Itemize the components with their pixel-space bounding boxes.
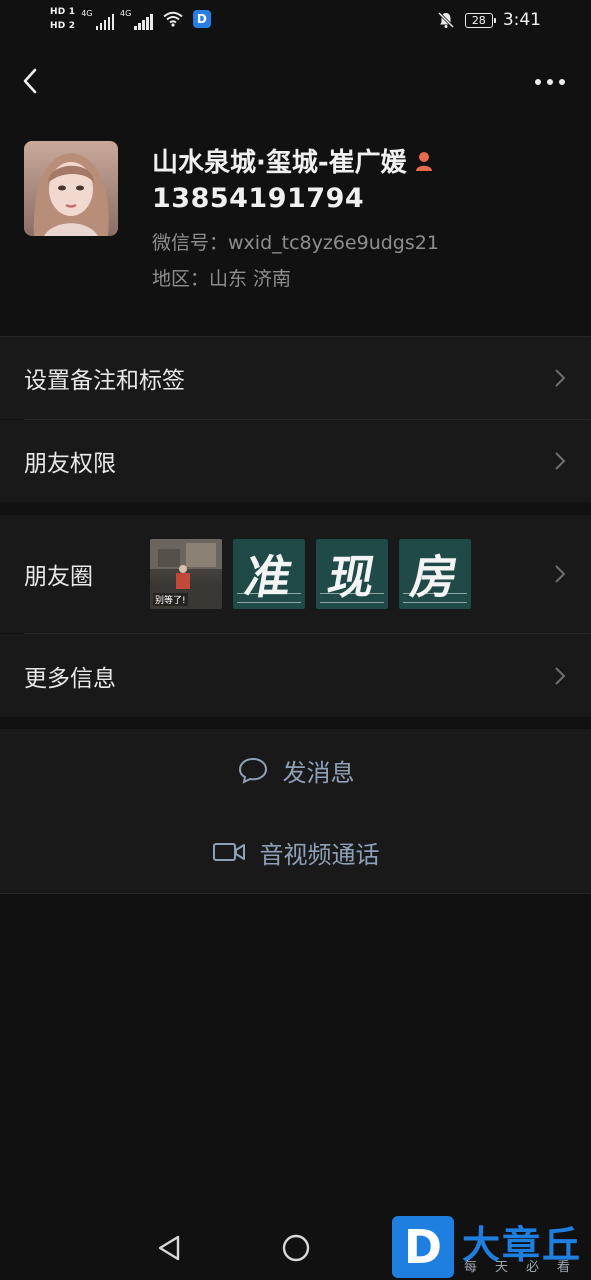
battery-level: 28 <box>471 13 486 27</box>
watermark: D 大章丘 每天必看 <box>392 1214 591 1280</box>
wechat-id: 微信号：wxid_tc8yz6e9udgs21 <box>152 232 439 254</box>
signal-bars-1-icon <box>95 13 114 30</box>
system-home-icon[interactable] <box>281 1233 311 1263</box>
thumb-caption-stripe <box>237 593 301 603</box>
hd1-badge: HD 1 <box>50 7 76 17</box>
signal-2: 4G <box>120 9 153 30</box>
wifi-icon <box>163 11 183 27</box>
chevron-right-icon <box>555 666 566 685</box>
moments-thumb-1: 别等了! <box>150 539 222 609</box>
chat-bubble-icon <box>238 757 267 784</box>
moments-thumbnails: 别等了! 准 现 房 <box>150 539 471 609</box>
avatar[interactable] <box>24 141 118 236</box>
back-arrow-icon[interactable] <box>18 66 48 96</box>
status-bar: HD 1 HD 2 4G 4G D 28 3:41 <box>0 0 591 48</box>
app-notification-icon: D <box>192 10 211 28</box>
profile-header: 山水泉城·玺城-崔广媛 13854191794 微信号：wxid_tc8yz6e… <box>0 140 591 336</box>
actions-panel: 发消息 音视频通话 <box>0 729 591 893</box>
divider <box>0 893 591 894</box>
hd2-badge: HD 2 <box>50 21 76 31</box>
battery-icon: 28 <box>464 12 496 28</box>
moments-thumb-1-caption: 别等了! <box>153 593 188 606</box>
status-bar-right: 28 3:41 <box>437 10 541 30</box>
contact-name: 山水泉城·玺城-崔广媛 <box>152 142 435 179</box>
contact-name-text: 山水泉城·玺城-崔广媛 <box>152 148 407 178</box>
system-back-icon[interactable] <box>156 1234 182 1262</box>
mute-bell-icon <box>437 11 454 29</box>
section-gap <box>0 502 591 515</box>
hd-indicators: HD 1 HD 2 <box>50 6 75 32</box>
row-friend-permissions[interactable]: 朋友权限 <box>0 420 591 502</box>
row-moments-label: 朋友圈 <box>24 564 93 590</box>
watermark-subtitle: 每天必看 <box>464 1260 589 1275</box>
thumb-caption-stripe <box>320 593 384 603</box>
more-options-icon[interactable] <box>533 70 567 94</box>
av-call-button[interactable]: 音视频通话 <box>0 811 591 893</box>
moments-thumb-3: 现 <box>316 539 388 609</box>
row-more-info-label: 更多信息 <box>24 665 116 692</box>
send-message-button[interactable]: 发消息 <box>0 729 591 811</box>
gender-female-icon <box>415 151 432 171</box>
watermark-logo-letter: D <box>403 1220 443 1274</box>
chevron-right-icon <box>555 565 566 583</box>
row-friend-permissions-label: 朋友权限 <box>24 451 116 477</box>
clock: 3:41 <box>502 10 541 30</box>
status-bar-left: HD 1 HD 2 4G 4G D <box>50 6 211 32</box>
row-remarks-tags[interactable]: 设置备注和标签 <box>0 337 591 419</box>
chevron-right-icon <box>555 369 566 387</box>
moments-thumb-4: 房 <box>399 539 471 609</box>
row-more-info[interactable]: 更多信息 <box>0 634 591 717</box>
thumb-caption-stripe <box>403 593 467 603</box>
contact-phone: 13854191794 <box>152 183 365 214</box>
network-type-2: 4G <box>120 8 132 18</box>
contact-region: 地区：山东 济南 <box>152 268 292 290</box>
send-message-label: 发消息 <box>282 758 355 787</box>
chevron-right-icon <box>555 452 566 470</box>
video-camera-icon <box>212 843 245 861</box>
moments-thumb-2: 准 <box>233 539 305 609</box>
network-type-1: 4G <box>81 8 93 18</box>
row-remarks-tags-label: 设置备注和标签 <box>24 368 185 394</box>
signal-bars-2-icon <box>134 13 153 30</box>
signal-1: 4G <box>81 9 114 30</box>
av-call-label: 音视频通话 <box>259 840 380 869</box>
row-moments[interactable]: 朋友圈 别等了! 准 现 房 <box>0 515 591 633</box>
section-gap <box>0 717 591 729</box>
watermark-logo-icon: D <box>392 1216 454 1278</box>
